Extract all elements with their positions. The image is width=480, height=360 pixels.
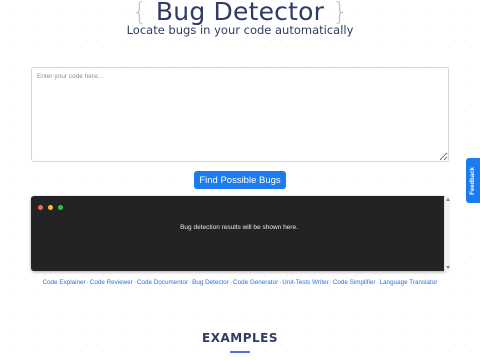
results-placeholder: Bug detection results will be shown here… bbox=[180, 224, 298, 231]
results-scrollbar[interactable] bbox=[444, 196, 450, 271]
separator: · bbox=[189, 279, 192, 286]
scroll-up-arrow-icon[interactable] bbox=[446, 198, 450, 201]
separator: · bbox=[279, 279, 282, 286]
window-maximize-dot-icon bbox=[58, 205, 63, 210]
feedback-tab[interactable]: Feedback bbox=[466, 158, 480, 203]
tool-link-code-reviewer[interactable]: Code Reviewer bbox=[90, 279, 133, 286]
tools-nav: Code Explainer·Code Reviewer·Code Docume… bbox=[0, 279, 480, 286]
scroll-down-arrow-icon[interactable] bbox=[446, 266, 450, 269]
separator: · bbox=[86, 279, 89, 286]
tool-link-code-explainer[interactable]: Code Explainer bbox=[43, 279, 86, 286]
tool-link-unit-tests-writer[interactable]: Unit-Tests Writer bbox=[282, 279, 328, 286]
examples-underline bbox=[230, 351, 250, 353]
page-subtitle: Locate bugs in your code automatically bbox=[126, 23, 354, 37]
tool-link-code-simplifier[interactable]: Code Simplifier bbox=[333, 279, 376, 286]
window-minimize-dot-icon bbox=[48, 205, 53, 210]
window-close-dot-icon bbox=[38, 205, 43, 210]
separator: · bbox=[133, 279, 136, 286]
find-bugs-button[interactable]: Find Possible Bugs bbox=[194, 171, 286, 189]
tool-link-language-translator[interactable]: Language Translator bbox=[380, 279, 438, 286]
feedback-label: Feedback bbox=[470, 166, 476, 195]
code-input[interactable] bbox=[31, 67, 449, 162]
tool-link-bug-detector[interactable]: Bug Detector bbox=[192, 279, 229, 286]
separator: · bbox=[329, 279, 332, 286]
tool-link-code-generator[interactable]: Code Generator bbox=[233, 279, 278, 286]
separator: · bbox=[229, 279, 233, 286]
examples-heading: EXAMPLES bbox=[202, 331, 278, 345]
separator: · bbox=[376, 279, 379, 286]
results-panel: Bug detection results will be shown here… bbox=[31, 196, 447, 271]
tool-link-code-documentor[interactable]: Code Documentor bbox=[137, 279, 188, 286]
